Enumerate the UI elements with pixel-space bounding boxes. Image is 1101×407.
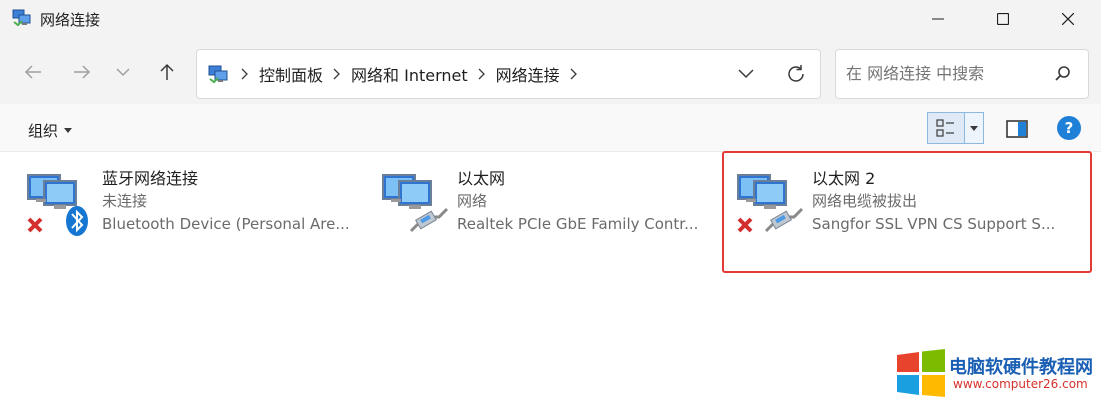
- arrow-right-icon: [74, 65, 91, 79]
- arrow-left-icon: [24, 65, 41, 79]
- breadcrumb-network-connections[interactable]: 网络连接: [494, 62, 562, 86]
- bluetooth-network-icon: [26, 167, 96, 237]
- refresh-icon: [788, 65, 804, 82]
- minimize-icon: [932, 18, 944, 20]
- list-item-text: 蓝牙网络连接 未连接 Bluetooth Device (Personal Ar…: [102, 165, 372, 239]
- connection-status: 网络电缆被拔出: [812, 192, 918, 210]
- address-history-button[interactable]: [731, 62, 761, 86]
- chevron-right-icon[interactable]: [470, 68, 494, 80]
- title-bar: 网络连接: [0, 0, 1101, 38]
- list-item-text: 以太网 网络 Realtek PCIe GbE Family Contr...: [457, 165, 727, 239]
- watermark: 电脑软硬件教程网 www.computer26.com: [895, 349, 1095, 399]
- control-panel-icon: [207, 63, 229, 85]
- ethernet-network-icon: [736, 167, 806, 237]
- window-title: 网络连接: [40, 11, 101, 29]
- list-item[interactable]: 以太网 网络 Realtek PCIe GbE Family Contr...: [381, 161, 731, 241]
- view-options-dropdown[interactable]: [964, 112, 984, 144]
- close-button[interactable]: [1045, 0, 1091, 38]
- forward-button[interactable]: [67, 57, 97, 87]
- help-button[interactable]: ?: [1057, 116, 1081, 140]
- chevron-down-icon: [738, 69, 754, 79]
- organize-menu[interactable]: 组织: [28, 120, 73, 141]
- up-button[interactable]: [152, 57, 182, 87]
- connection-device: Realtek PCIe GbE Family Contr...: [457, 215, 699, 233]
- window: 网络连接 控制面板 网络和 Internet 网络连接 在 网络连接 中搜索 组…: [0, 0, 1101, 407]
- breadcrumb: 控制面板 网络和 Internet 网络连接: [233, 50, 586, 98]
- connection-name: 以太网: [457, 169, 506, 188]
- address-bar[interactable]: 控制面板 网络和 Internet 网络连接: [196, 49, 821, 99]
- chevron-right-icon[interactable]: [325, 68, 349, 80]
- preview-pane-button[interactable]: [1005, 118, 1029, 140]
- close-icon: [1062, 13, 1074, 25]
- windows-logo-icon: [895, 349, 947, 397]
- preview-pane-icon: [1006, 120, 1028, 138]
- list-item[interactable]: 蓝牙网络连接 未连接 Bluetooth Device (Personal Ar…: [26, 161, 376, 241]
- search-input[interactable]: [846, 64, 1046, 83]
- connection-device: Bluetooth Device (Personal Are...: [102, 215, 350, 233]
- refresh-button[interactable]: [781, 60, 811, 88]
- connection-name: 以太网 2: [812, 169, 876, 188]
- watermark-title: 电脑软硬件教程网: [949, 357, 1093, 378]
- command-bar: 组织 ?: [0, 104, 1101, 152]
- recent-locations-button[interactable]: [108, 57, 138, 87]
- caret-down-icon: [64, 128, 73, 133]
- maximize-icon: [997, 13, 1009, 25]
- organize-label: 组织: [28, 122, 59, 140]
- connection-status: 未连接: [102, 192, 148, 210]
- network-connections-icon: [12, 9, 32, 27]
- change-view-button[interactable]: [927, 112, 965, 144]
- search-icon[interactable]: [1054, 65, 1072, 83]
- search-box[interactable]: [835, 49, 1089, 99]
- chevron-down-icon: [116, 68, 130, 77]
- back-button[interactable]: [18, 57, 48, 87]
- chevron-right-icon[interactable]: [562, 68, 586, 80]
- connection-status: 网络: [457, 192, 488, 210]
- list-item[interactable]: 以太网 2 网络电缆被拔出 Sangfor SSL VPN CS Support…: [736, 161, 1086, 241]
- connection-name: 蓝牙网络连接: [102, 169, 199, 188]
- list-item-text: 以太网 2 网络电缆被拔出 Sangfor SSL VPN CS Support…: [812, 165, 1082, 239]
- navigation-bar: 控制面板 网络和 Internet 网络连接: [0, 38, 1101, 104]
- breadcrumb-control-panel[interactable]: 控制面板: [257, 62, 325, 86]
- view-tiles-icon: [936, 119, 954, 137]
- minimize-button[interactable]: [915, 0, 961, 38]
- maximize-button[interactable]: [980, 0, 1026, 38]
- chevron-right-icon: [233, 68, 257, 80]
- caret-down-icon: [970, 125, 978, 131]
- watermark-url: www.computer26.com: [953, 377, 1088, 391]
- ethernet-network-icon: [381, 167, 451, 237]
- arrow-up-icon: [160, 63, 174, 80]
- breadcrumb-network-internet[interactable]: 网络和 Internet: [349, 62, 470, 86]
- connection-device: Sangfor SSL VPN CS Support S...: [812, 215, 1056, 233]
